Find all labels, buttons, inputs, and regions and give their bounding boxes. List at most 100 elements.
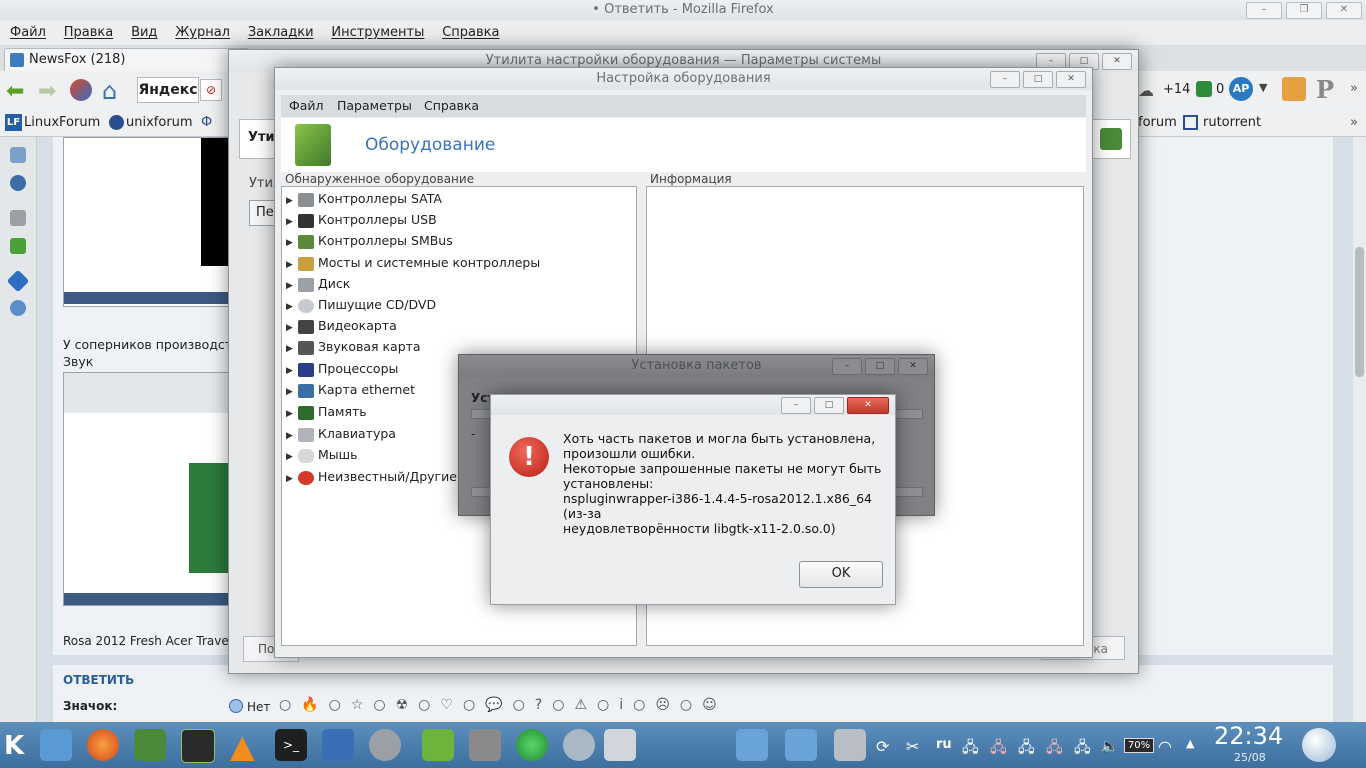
tree-item-mouse[interactable]: ▶ Мышь — [286, 445, 357, 465]
hw-menu-params[interactable]: Параметры — [337, 98, 412, 113]
yandex-button[interactable]: Яндекс — [137, 77, 199, 103]
tray-expand-icon[interactable]: ▲ — [1186, 737, 1194, 750]
wifi-icon[interactable]: ◠ — [1158, 737, 1172, 756]
info-icon[interactable] — [10, 300, 26, 316]
notes-icon[interactable] — [1282, 77, 1306, 101]
back-icon[interactable]: ⬅ — [6, 79, 24, 104]
close-button[interactable]: ✕ — [1326, 2, 1362, 19]
chevron-down-icon[interactable]: ▼ — [1259, 81, 1267, 94]
network-icon-3[interactable]: 🖧 — [1074, 737, 1091, 762]
network-icon-2[interactable]: 🖧 — [1018, 737, 1035, 762]
tree-item-bridges[interactable]: ▶ Мосты и системные контроллеры — [286, 253, 540, 273]
planet-icon[interactable] — [563, 729, 595, 761]
hardware-config-icon[interactable] — [422, 729, 454, 761]
bookmark-f[interactable]: Ф — [201, 115, 212, 130]
menu-edit[interactable]: Правка — [64, 21, 113, 45]
menu-tools[interactable]: Инструменты — [331, 21, 424, 45]
tree-item-video[interactable]: ▶ Видеокарта — [286, 316, 397, 336]
tree-item-disk[interactable]: ▶ Диск — [286, 274, 350, 294]
forward-icon[interactable]: ➡ — [38, 79, 56, 104]
folder-icon[interactable] — [736, 729, 768, 761]
firefox-icon[interactable] — [87, 729, 119, 761]
clock-time[interactable]: 22:34 — [1214, 722, 1283, 750]
stop-icon[interactable]: ⊘ — [200, 79, 222, 101]
keyboard-layout[interactable]: ru — [936, 737, 952, 752]
pkg-maximize-button[interactable]: □ — [865, 358, 895, 375]
ok-button[interactable]: OK — [799, 561, 883, 588]
icon-radio-options[interactable]: ○🔥○☆○☢○♡○💬○?○⚠○i○☹○☺ — [279, 697, 727, 713]
scrollbar-thumb[interactable] — [1355, 247, 1364, 377]
bookmark-star-icon[interactable] — [10, 147, 26, 163]
package-manager-icon[interactable] — [516, 729, 548, 761]
tree-item-sata[interactable]: ▶ Контроллеры SATA — [286, 189, 442, 209]
puzzle-icon[interactable] — [10, 238, 26, 254]
sysconf-close-button[interactable]: ✕ — [1102, 53, 1132, 70]
hw-menu-help[interactable]: Справка — [424, 98, 479, 113]
addon-icon[interactable] — [1196, 81, 1212, 97]
menu-file[interactable]: Файл — [10, 21, 46, 45]
tree-item-smbus[interactable]: ▶ Контроллеры SMBus — [286, 231, 453, 251]
tree-item-memory[interactable]: ▶ Память — [286, 402, 367, 422]
bookmark-forum[interactable]: forum — [1138, 115, 1177, 130]
terminal-icon[interactable]: >_ — [275, 729, 307, 761]
error-close-button[interactable]: ✕ — [847, 397, 889, 414]
minimize-button[interactable]: – — [1246, 2, 1282, 19]
bookmarks-chevron-icon[interactable]: » — [1350, 115, 1358, 130]
system-monitor-icon[interactable] — [181, 729, 215, 763]
scissors-icon[interactable]: ✂ — [906, 737, 919, 756]
download-icon[interactable] — [10, 210, 26, 226]
volume-icon[interactable]: 🔈 — [1100, 737, 1119, 755]
pkg-close-button[interactable]: ✕ — [898, 358, 928, 375]
screenshot-tool-icon[interactable] — [604, 729, 636, 761]
downloads-folder-icon[interactable] — [785, 729, 817, 761]
menu-chevron-icon[interactable]: » — [1350, 81, 1358, 96]
tree-item-cd[interactable]: ▶ Пишущие CD/DVD — [286, 295, 436, 315]
tree-item-unknown[interactable]: ▶ Неизвестный/Другие — [286, 467, 457, 487]
bookmark-rutorrent[interactable]: rutorrent — [1203, 115, 1261, 130]
icon-radio-none[interactable] — [229, 699, 243, 713]
battery-indicator[interactable]: 70% — [1124, 738, 1154, 753]
trash-icon[interactable] — [834, 729, 866, 761]
hw-close-button[interactable]: ✕ — [1056, 71, 1086, 88]
tree-item-keyboard[interactable]: ▶ Клавиатура — [286, 424, 396, 444]
network-icon[interactable]: 🖧 — [962, 737, 979, 762]
tree-item-cpu[interactable]: ▶ Процессоры — [286, 359, 398, 379]
error-maximize-button[interactable]: □ — [814, 397, 844, 414]
error-minimize-button[interactable]: – — [781, 397, 811, 414]
screenshot-thumbnail-2[interactable] — [63, 372, 231, 606]
file-manager-icon[interactable] — [40, 729, 72, 761]
menu-bookmarks[interactable]: Закладки — [248, 21, 314, 45]
show-desktop-icon[interactable] — [1302, 728, 1336, 762]
vlc-icon[interactable]: ▲ — [230, 727, 255, 765]
bookmark-unixforum[interactable]: unixforum — [126, 115, 193, 130]
hw-minimize-button[interactable]: – — [990, 71, 1020, 88]
page-scrollbar[interactable] — [1353, 137, 1366, 722]
firefox-sync-icon[interactable] — [70, 79, 92, 101]
home-icon[interactable]: ⌂ — [102, 77, 117, 105]
kde-launcher-icon[interactable]: K — [4, 731, 24, 761]
menu-view[interactable]: Вид — [131, 21, 157, 45]
ap-icon[interactable]: AP — [1229, 77, 1253, 101]
tree-item-usb[interactable]: ▶ Контроллеры USB — [286, 210, 437, 230]
screenshot-thumbnail-1[interactable] — [63, 137, 231, 307]
media-player-icon[interactable] — [134, 729, 166, 761]
hw-menu-file[interactable]: Файл — [289, 98, 324, 113]
network-settings-icon[interactable] — [322, 729, 354, 761]
menu-help[interactable]: Справка — [442, 21, 499, 45]
maximize-button[interactable]: ❐ — [1286, 2, 1322, 19]
tab-newsfox[interactable]: NewsFox (218) — [4, 48, 250, 71]
x-tool-icon[interactable] — [469, 729, 501, 761]
p-icon[interactable]: P — [1316, 75, 1334, 104]
pkg-minimize-button[interactable]: – — [832, 358, 862, 375]
network-disconnected-icon-2[interactable]: 🖧 — [1046, 737, 1063, 762]
hw-maximize-button[interactable]: □ — [1023, 71, 1053, 88]
bookmark-linuxforum[interactable]: LinuxForum — [24, 115, 100, 130]
tree-item-sound[interactable]: ▶ Звуковая карта — [286, 337, 421, 357]
menu-history[interactable]: Журнал — [175, 21, 230, 45]
settings-gear-icon[interactable] — [369, 729, 401, 761]
clock-icon[interactable] — [10, 175, 26, 191]
diamond-icon[interactable] — [6, 269, 30, 293]
tree-item-ethernet[interactable]: ▶ Карта ethernet — [286, 380, 415, 400]
refresh-icon[interactable]: ⟳ — [876, 737, 889, 756]
network-disconnected-icon[interactable]: 🖧 — [990, 737, 1007, 762]
